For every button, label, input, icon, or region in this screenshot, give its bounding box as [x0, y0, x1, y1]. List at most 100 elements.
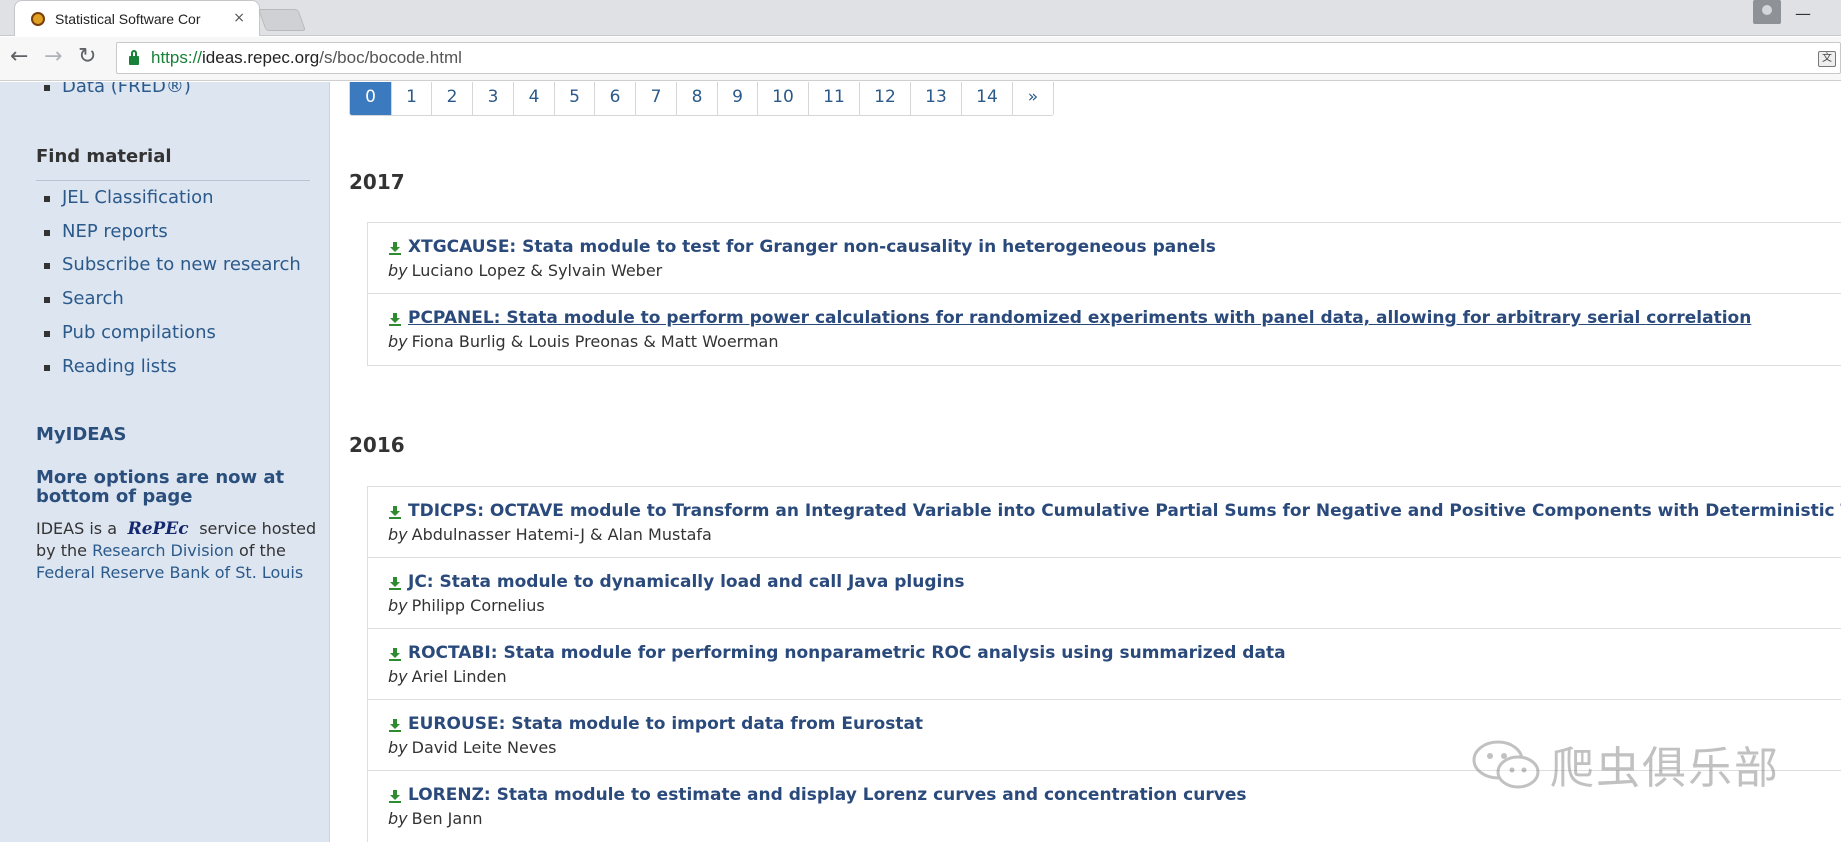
- ideas-is-a-text: IDEAS is a: [36, 519, 118, 538]
- translate-icon[interactable]: 文: [1818, 51, 1836, 67]
- entry-authors: by Ariel Linden: [388, 667, 507, 686]
- authors-text: Fiona Burlig & Louis Preonas & Matt Woer…: [411, 332, 779, 351]
- watermark: 爬虫俱乐部: [1470, 732, 1780, 796]
- page-link-2[interactable]: 2: [432, 82, 473, 115]
- page-link-1[interactable]: 1: [392, 82, 432, 115]
- entry-title-link[interactable]: JC: Stata module to dynamically load and…: [408, 572, 965, 592]
- download-icon[interactable]: [388, 312, 402, 326]
- list-item: PCPANEL: Stata module to perform power c…: [368, 294, 1841, 365]
- page-content: Data (FRED®) Find material JEL Classific…: [0, 82, 1841, 842]
- entry-title-link[interactable]: PCPANEL: Stata module to perform power c…: [408, 308, 1751, 328]
- entry-authors: by Luciano Lopez & Sylvain Weber: [388, 261, 662, 280]
- pagination: 0 1 2 3 4 5 6 7 8 9 10 11 12 13 14 »: [349, 82, 1054, 116]
- page-link-13[interactable]: 13: [911, 82, 962, 115]
- close-tab-icon[interactable]: ×: [233, 10, 245, 26]
- page-link-6[interactable]: 6: [595, 82, 636, 115]
- entry-authors: by Philipp Cornelius: [388, 596, 545, 615]
- site-favicon-icon: [31, 11, 45, 26]
- page-next-link[interactable]: »: [1013, 82, 1053, 115]
- year-heading-2017: 2017: [349, 170, 405, 194]
- sidebar-item-nep-reports[interactable]: NEP reports: [44, 221, 168, 242]
- sidebar-item-pub-compilations[interactable]: Pub compilations: [44, 322, 216, 343]
- ideas-hosting-note: IDEAS is a RePEc service hosted by the R…: [36, 518, 320, 584]
- sidebar-divider: [36, 180, 310, 181]
- page-link-4[interactable]: 4: [514, 82, 555, 115]
- page-link-14[interactable]: 14: [962, 82, 1013, 115]
- list-item: TDICPS: OCTAVE module to Transform an In…: [368, 487, 1841, 558]
- by-label: by: [388, 738, 408, 757]
- address-bar[interactable]: https://ideas.repec.org/s/boc/bocode.htm…: [116, 42, 1841, 74]
- download-icon[interactable]: [388, 789, 402, 803]
- wechat-logo-icon: [1472, 740, 1540, 789]
- download-icon[interactable]: [388, 718, 402, 732]
- url-scheme: https://: [151, 48, 203, 67]
- find-material-heading: Find material: [36, 146, 172, 167]
- reload-icon[interactable]: ↻: [78, 45, 96, 69]
- entry-authors: by Fiona Burlig & Louis Preonas & Matt Wo…: [388, 332, 779, 351]
- page-link-0[interactable]: 0: [350, 82, 392, 115]
- sidebar-item-fred-data[interactable]: Data (FRED®): [44, 82, 191, 97]
- entry-list-2017: XTGCAUSE: Stata module to test for Grang…: [367, 222, 1841, 366]
- sidebar-item-subscribe[interactable]: Subscribe to new research: [44, 254, 301, 275]
- by-label: by: [388, 261, 408, 280]
- entry-title-link[interactable]: EUROUSE: Stata module to import data fro…: [408, 714, 923, 734]
- main-content: 0 1 2 3 4 5 6 7 8 9 10 11 12 13 14 » 201…: [331, 82, 1841, 842]
- list-item: JC: Stata module to dynamically load and…: [368, 558, 1841, 629]
- back-arrow-icon[interactable]: ←: [10, 45, 28, 69]
- year-heading-2016: 2016: [349, 433, 405, 457]
- page-link-5[interactable]: 5: [555, 82, 595, 115]
- new-tab-button[interactable]: [257, 9, 307, 31]
- authors-text: Ben Jann: [411, 809, 483, 828]
- lock-icon: [129, 49, 139, 65]
- url-host: ideas.repec.org: [202, 48, 320, 67]
- authors-text: Luciano Lopez & Sylvain Weber: [411, 261, 663, 280]
- research-division-link[interactable]: Research Division: [92, 541, 234, 560]
- browser-toolbar: ← → ↻ https://ideas.repec.org/s/boc/boco…: [0, 37, 1841, 81]
- myideas-link[interactable]: MyIDEAS: [36, 424, 126, 445]
- entry-title-link[interactable]: TDICPS: OCTAVE module to Transform an In…: [408, 501, 1841, 521]
- authors-text: Ariel Linden: [411, 667, 507, 686]
- federal-reserve-link[interactable]: Federal Reserve Bank of St. Louis: [36, 563, 303, 582]
- download-icon[interactable]: [388, 576, 402, 590]
- by-label: by: [388, 809, 408, 828]
- sidebar: Data (FRED®) Find material JEL Classific…: [0, 82, 330, 842]
- page-link-9[interactable]: 9: [718, 82, 758, 115]
- more-options-link[interactable]: More options are now at bottom of page: [36, 468, 306, 506]
- repec-logo[interactable]: RePEc: [122, 518, 194, 540]
- entry-authors: by Ben Jann: [388, 809, 482, 828]
- forward-arrow-icon[interactable]: →: [44, 45, 62, 69]
- by-label: by: [388, 525, 408, 544]
- entry-authors: by Abdulnasser Hatemi-J & Alan Mustafa: [388, 525, 712, 544]
- page-link-12[interactable]: 12: [860, 82, 911, 115]
- of-the-text: of the: [239, 541, 286, 560]
- sidebar-item-reading-lists[interactable]: Reading lists: [44, 356, 177, 377]
- minimize-window-icon[interactable]: —: [1795, 4, 1811, 23]
- page-link-7[interactable]: 7: [636, 82, 677, 115]
- download-icon[interactable]: [388, 647, 402, 661]
- tab-title: Statistical Software Cor: [55, 10, 201, 27]
- download-icon[interactable]: [388, 241, 402, 255]
- entry-title-link[interactable]: XTGCAUSE: Stata module to test for Grang…: [408, 237, 1216, 257]
- url-path: /s/boc/bocode.html: [319, 48, 462, 67]
- page-link-10[interactable]: 10: [758, 82, 809, 115]
- browser-tab[interactable]: Statistical Software Cor ×: [14, 0, 260, 36]
- entry-title-link[interactable]: ROCTABI: Stata module for performing non…: [408, 643, 1286, 663]
- authors-text: Abdulnasser Hatemi-J & Alan Mustafa: [411, 525, 712, 544]
- list-item: XTGCAUSE: Stata module to test for Grang…: [368, 223, 1841, 294]
- user-profile-icon[interactable]: [1753, 0, 1781, 24]
- by-label: by: [388, 332, 408, 351]
- sidebar-item-jel-classification[interactable]: JEL Classification: [44, 187, 214, 208]
- entry-title-link[interactable]: LORENZ: Stata module to estimate and dis…: [408, 785, 1246, 805]
- authors-text: David Leite Neves: [411, 738, 557, 757]
- page-link-11[interactable]: 11: [809, 82, 860, 115]
- watermark-text: 爬虫俱乐部: [1550, 743, 1780, 794]
- authors-text: Philipp Cornelius: [411, 596, 545, 615]
- by-label: by: [388, 596, 408, 615]
- entry-authors: by David Leite Neves: [388, 738, 557, 757]
- download-icon[interactable]: [388, 505, 402, 519]
- page-link-8[interactable]: 8: [677, 82, 718, 115]
- by-label: by: [388, 667, 408, 686]
- list-item: ROCTABI: Stata module for performing non…: [368, 629, 1841, 700]
- page-link-3[interactable]: 3: [473, 82, 514, 115]
- sidebar-item-search[interactable]: Search: [44, 288, 124, 309]
